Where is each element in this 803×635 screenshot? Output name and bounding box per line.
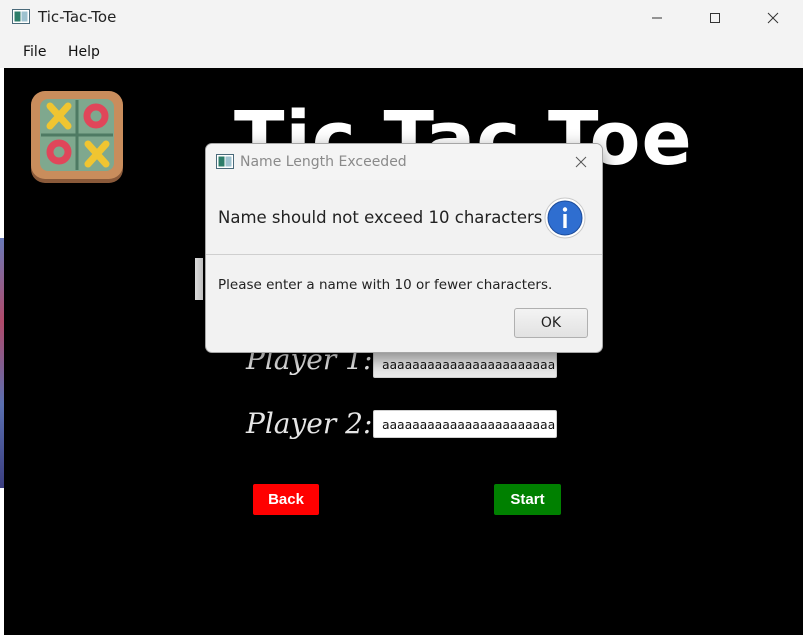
player-1-name-input[interactable]: aaaaaaaaaaaaaaaaaaaaaaa xyxy=(373,350,557,378)
close-icon xyxy=(767,12,779,24)
minimize-icon xyxy=(652,17,662,19)
partially-hidden-heading xyxy=(195,258,203,300)
close-icon xyxy=(575,156,587,168)
name-length-dialog: Name Length Exceeded Name should not exc… xyxy=(205,143,603,353)
menu-help[interactable]: Help xyxy=(68,44,100,60)
info-icon xyxy=(544,197,586,239)
dialog-content-text: Please enter a name with 10 or fewer cha… xyxy=(218,277,553,293)
ok-button[interactable]: OK xyxy=(514,308,588,338)
player-2-name-input[interactable]: aaaaaaaaaaaaaaaaaaaaaaa xyxy=(373,410,557,438)
back-button[interactable]: Back xyxy=(253,484,319,515)
dialog-header-text: Name should not exceed 10 characters xyxy=(218,208,543,227)
minimize-button[interactable] xyxy=(628,0,686,36)
app-icon xyxy=(12,9,30,24)
tic-tac-toe-board-icon xyxy=(31,91,123,183)
menu-bar xyxy=(0,36,803,68)
background-window-edge xyxy=(0,238,4,488)
maximize-button[interactable] xyxy=(686,0,744,36)
window-title: Tic-Tac-Toe xyxy=(38,8,117,26)
dialog-close-button[interactable] xyxy=(568,150,594,174)
maximize-icon xyxy=(710,13,720,23)
dialog-title: Name Length Exceeded xyxy=(240,154,407,170)
menu-file[interactable]: File xyxy=(23,44,46,60)
player-2-label: Player 2: xyxy=(246,407,373,440)
dialog-app-icon xyxy=(216,154,234,169)
close-button[interactable] xyxy=(744,0,802,36)
start-button[interactable]: Start xyxy=(494,484,561,515)
